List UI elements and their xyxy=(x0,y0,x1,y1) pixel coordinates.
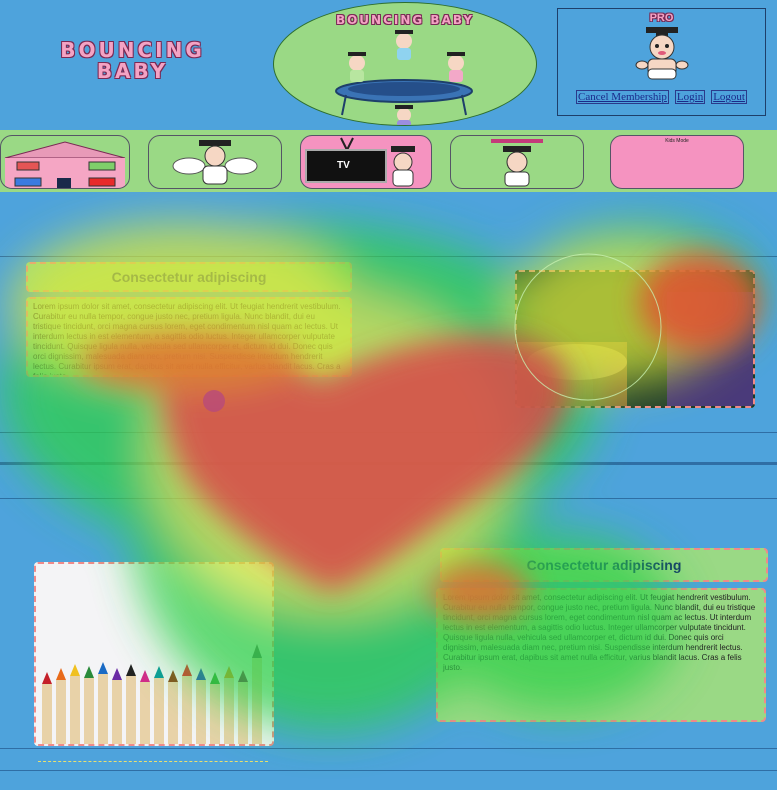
section-image xyxy=(515,270,755,408)
nav-tv-button[interactable]: TV xyxy=(300,135,432,189)
baby-top-icon xyxy=(395,30,413,60)
nav-baby-wings-button[interactable] xyxy=(148,135,282,189)
divider xyxy=(0,256,777,257)
nav-kids-mode-button[interactable]: Kids Mode xyxy=(610,135,744,189)
baby-wings-icon xyxy=(172,140,258,185)
nav-home-button[interactable] xyxy=(0,135,130,189)
graduate-baby-icon xyxy=(635,27,689,80)
account-panel: PRO Cancel Membership Login Logout xyxy=(557,8,766,116)
account-links: Cancel Membership Login Logout xyxy=(558,90,765,104)
baby-grad-icon xyxy=(491,139,543,187)
logout-link[interactable]: Logout xyxy=(711,90,747,104)
divider xyxy=(0,462,777,465)
abstract-photo xyxy=(517,272,753,406)
baby-bottom-icon xyxy=(395,105,413,125)
divider xyxy=(0,432,777,433)
tv-label: TV xyxy=(337,160,350,171)
header-banner: BOUNCING BABY xyxy=(273,2,537,126)
kids-mode-label: Kids Mode xyxy=(665,138,689,144)
section-heading: Consectetur adipiscing xyxy=(440,548,768,582)
tv-icon xyxy=(305,137,415,187)
nav-bar: TV Kids Mode xyxy=(0,130,777,192)
divider xyxy=(0,748,777,749)
baby-right-icon xyxy=(447,52,465,82)
divider xyxy=(0,770,777,771)
site-logo[interactable]: BOUNCING BABY xyxy=(20,40,245,82)
section-text: Lorem ipsum dolor sit amet, consectetur … xyxy=(436,588,766,722)
banner-title: BOUNCING BABY xyxy=(335,13,475,27)
divider xyxy=(0,498,777,499)
section-heading: Consectetur adipiscing xyxy=(26,262,352,292)
house-icon xyxy=(4,141,126,188)
pro-badge: PRO xyxy=(649,12,674,24)
dashed-divider xyxy=(38,761,268,762)
nav-baby-grad-button[interactable] xyxy=(450,135,584,189)
login-link[interactable]: Login xyxy=(674,90,706,104)
pencils-image xyxy=(34,562,274,746)
cancel-membership-link[interactable]: Cancel Membership xyxy=(576,90,669,104)
baby-left-icon xyxy=(348,52,366,82)
colored-pencils-photo xyxy=(36,564,272,744)
section-text: Lorem ipsum dolor sit amet, consectetur … xyxy=(26,297,352,377)
